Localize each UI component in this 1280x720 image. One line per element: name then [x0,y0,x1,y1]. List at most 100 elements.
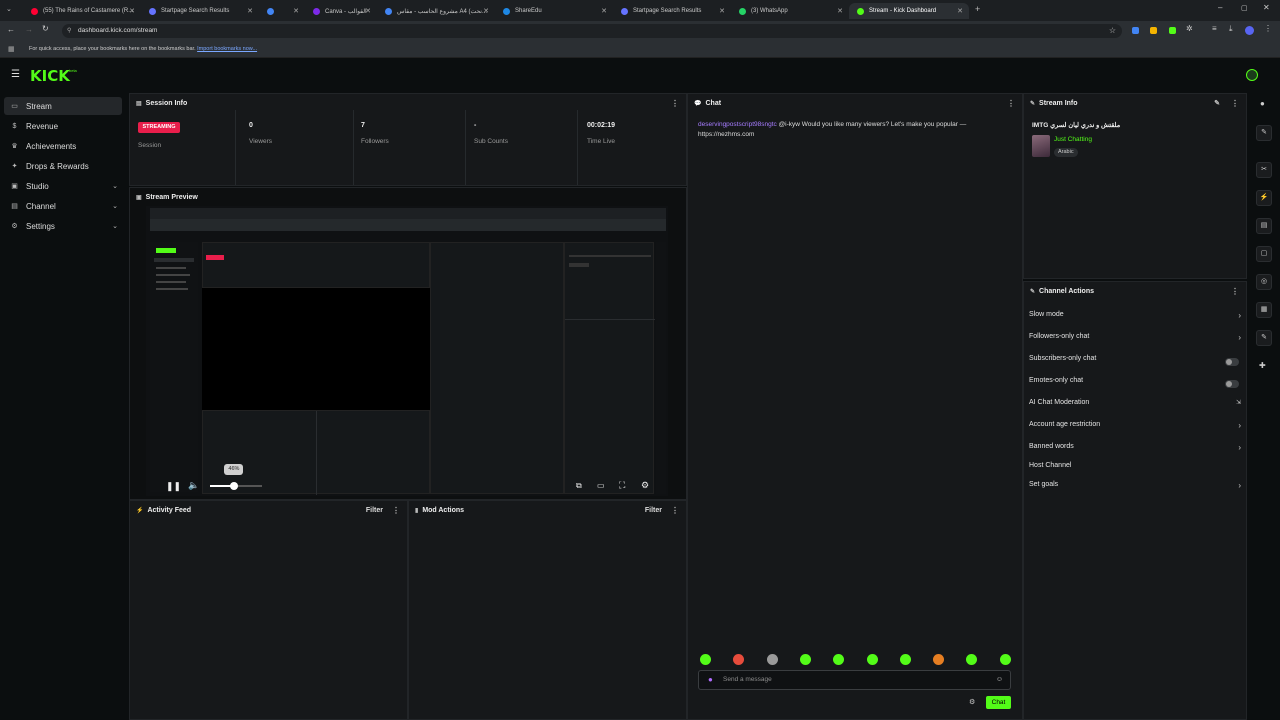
chat-username[interactable]: deservingpostscript98sngtc [698,121,777,128]
fullscreen-icon[interactable]: ⛶ [619,480,625,491]
sidebar-item-settings[interactable]: ⚙ Settings ⌄ [4,217,122,235]
more-options-icon[interactable]: ⋮ [1231,99,1239,108]
chat-message-input[interactable]: ● Send a message ☺ [698,670,1011,690]
sidebar-item-stream[interactable]: ▭ Stream [4,97,122,115]
close-tab-icon[interactable]: ✕ [601,7,607,15]
more-options-icon[interactable]: ⋮ [392,506,400,515]
extension-icon[interactable] [1132,27,1139,34]
chat-send-button[interactable]: Chat [986,696,1011,709]
help-icon[interactable]: ● [1260,99,1265,108]
emote-icon[interactable] [999,654,1011,665]
browser-tab[interactable]: مشروع الحاسب - مقاس A4 (نحت... ✕ [377,3,495,19]
sidebar-item-studio[interactable]: ▣ Studio ⌄ [4,177,122,195]
close-tab-icon[interactable]: ✕ [365,7,371,15]
puzzle-icon[interactable]: ✲ [1186,24,1193,33]
channel-action-account-age-restriction[interactable]: Account age restriction › [1029,421,1241,435]
filter-button[interactable]: Filter [645,507,662,514]
channel-action-banned-words[interactable]: Banned words › [1029,443,1241,457]
emote-icon[interactable] [799,654,811,665]
browser-tab[interactable]: (55) The Rains of Castamere (R... ✕ [23,3,141,19]
pip-icon[interactable]: ⧉ [576,481,582,491]
extension-icon[interactable] [1150,27,1157,34]
forward-icon[interactable]: → [25,25,33,34]
wrench-icon[interactable]: ✎ [1256,330,1272,346]
channel-action-ai-chat-moderation[interactable]: AI Chat Moderation ⇲ [1029,399,1241,413]
sidebar-item-drops-rewards[interactable]: ✦ Drops & Rewards [4,157,122,175]
hamburger-menu-icon[interactable]: ☰ [11,69,20,80]
close-tab-icon[interactable]: ✕ [957,7,963,15]
notes-icon[interactable]: ▤ [1256,218,1272,234]
import-bookmarks-link[interactable]: Import bookmarks now... [197,46,257,52]
volume-slider-knob[interactable] [229,482,238,490]
tab-search-icon[interactable]: ⌄ [6,5,12,13]
toggle-switch[interactable] [1225,380,1239,388]
pause-icon[interactable]: ❚❚ [166,481,181,492]
stream-video[interactable]: ❚❚ 🔈 46% ⧉ ▭ ⛶ ⚙ [146,206,668,496]
edit-icon[interactable]: ✎ [1214,99,1220,107]
emote-icon[interactable] [866,654,878,665]
kick-logo[interactable]: KICK [30,67,70,85]
sidebar-item-revenue[interactable]: $ Revenue [4,117,122,135]
maximize-icon[interactable]: ▢ [1241,4,1248,12]
more-options-icon[interactable]: ⋮ [1231,287,1239,296]
url-input[interactable]: ⚲ dashboard.kick.com/stream ☆ [62,24,1122,38]
close-tab-icon[interactable]: ✕ [483,7,489,15]
close-tab-icon[interactable]: ✕ [837,7,843,15]
browser-tab[interactable]: Stream - Kick Dashboard ✕ [849,3,969,19]
chat-message[interactable]: deservingpostscript98sngtc @i-kyw Would … [698,120,998,140]
add-widget-icon[interactable]: ✚ [1259,361,1266,370]
profile-avatar[interactable] [1245,26,1254,35]
channel-action-subscribers-only-chat[interactable]: Subscribers-only chat [1029,355,1241,369]
close-tab-icon[interactable]: ✕ [247,7,253,15]
emote-icon[interactable] [700,654,711,665]
edit-stream-icon[interactable]: ✎ [1256,125,1272,141]
settings-gear-icon[interactable]: ⚙ [641,480,649,491]
volume-track[interactable] [210,482,262,490]
browser-tab[interactable]: Canva - القوالب ✕ [305,3,377,19]
more-options-icon[interactable]: ⋮ [671,506,679,515]
download-icon[interactable]: ⤓ [1229,24,1233,34]
new-tab-icon[interactable]: + [975,4,980,14]
broadcast-icon[interactable]: ◎ [1256,274,1272,290]
media-icon[interactable]: ≡ [1212,24,1217,33]
close-tab-icon[interactable]: ✕ [719,7,725,15]
emote-icon[interactable] [899,654,911,665]
microphone-icon[interactable]: ● [708,671,713,689]
channel-action-host-channel[interactable]: Host Channel [1029,462,1241,476]
category-link[interactable]: Just Chatting [1054,136,1092,143]
sidebar-item-achievements[interactable]: ♛ Achievements [4,137,122,155]
close-tab-icon[interactable]: ✕ [293,7,299,15]
channel-action-set-goals[interactable]: Set goals › [1029,481,1241,495]
user-avatar[interactable] [1246,69,1258,81]
channel-action-slow-mode[interactable]: Slow mode › [1029,311,1241,325]
browser-tab[interactable]: Startpage Search Results ✕ [141,3,259,19]
layout-icon[interactable]: ▦ [1256,302,1272,318]
minimize-icon[interactable]: – [1218,3,1222,12]
bookmark-star-icon[interactable]: ☆ [1109,24,1116,38]
more-options-icon[interactable]: ⋮ [1007,99,1015,108]
emote-icon[interactable] [766,654,778,665]
extension-icon[interactable] [1169,27,1176,34]
reload-icon[interactable]: ↻ [42,24,49,33]
filter-button[interactable]: Filter [366,507,383,514]
browser-tab[interactable]: ShareEdu ✕ [495,3,613,19]
sidebar-item-channel[interactable]: ▤ Channel ⌄ [4,197,122,215]
toggle-switch[interactable] [1225,358,1239,366]
chat-settings-icon[interactable]: ⚙ [969,698,975,706]
browser-tab[interactable]: Startpage Search Results ✕ [613,3,731,19]
theater-mode-icon[interactable]: ▭ [597,481,605,490]
site-info-icon[interactable]: ⚲ [67,24,71,38]
browser-tab[interactable]: ✕ [259,3,305,19]
close-tab-icon[interactable]: ✕ [129,7,135,15]
chat-bubble-icon[interactable]: ▢ [1256,246,1272,262]
close-window-icon[interactable]: ✕ [1263,3,1270,12]
browser-menu-icon[interactable]: ⋮ [1264,24,1272,33]
emoji-icon[interactable]: ☺ [996,671,1003,689]
back-icon[interactable]: ← [7,25,15,34]
volume-icon[interactable]: 🔈 [188,480,199,491]
channel-action-emotes-only-chat[interactable]: Emotes-only chat [1029,377,1241,391]
more-options-icon[interactable]: ⋮ [671,99,679,108]
clip-icon[interactable]: ✂ [1256,162,1272,178]
apps-grid-icon[interactable]: ▦ [8,41,15,58]
browser-tab[interactable]: (3) WhatsApp ✕ [731,3,849,19]
